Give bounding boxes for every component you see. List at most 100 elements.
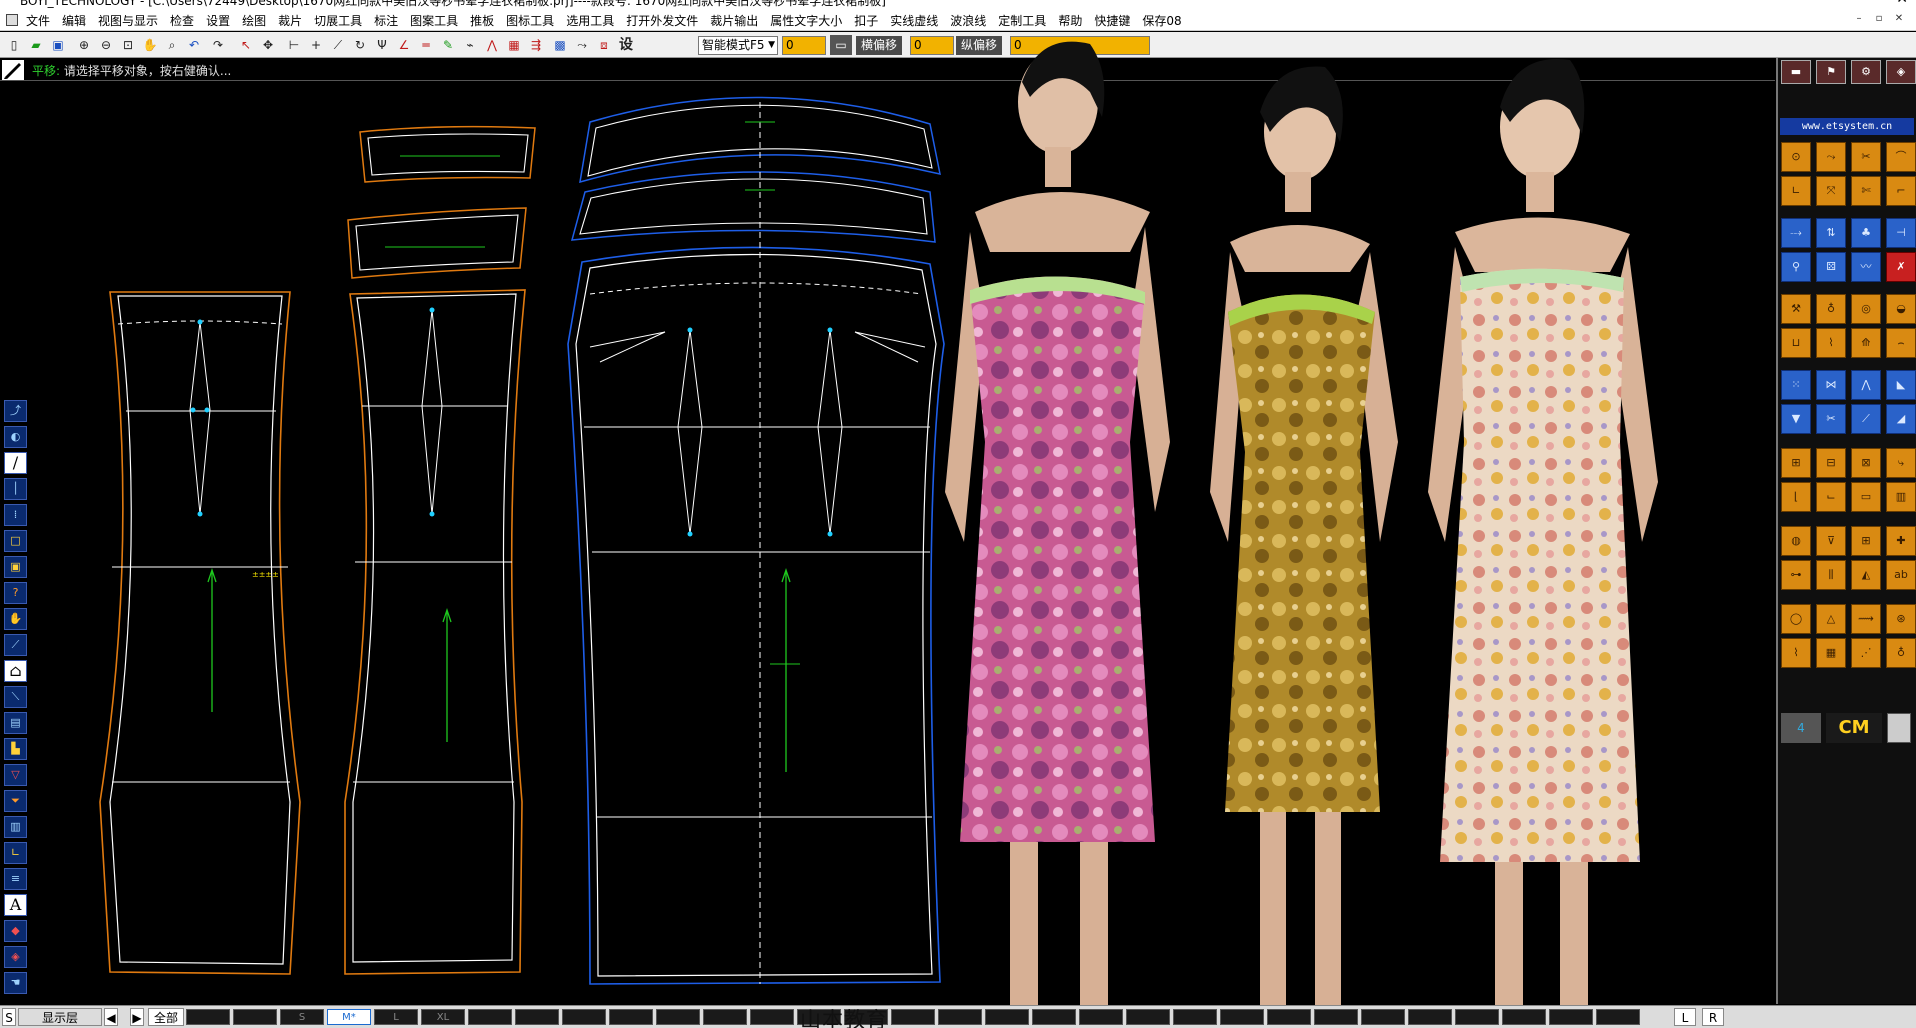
empty-size-slot[interactable] xyxy=(938,1009,982,1025)
text-tool-icon[interactable]: A xyxy=(4,894,27,916)
empty-size-slot[interactable] xyxy=(468,1009,512,1025)
page-icon[interactable]: ▭ xyxy=(1851,482,1881,512)
line-tool-icon[interactable]: / xyxy=(4,452,27,474)
app-system-icon[interactable] xyxy=(6,14,18,26)
line-measure-icon[interactable]: ⟿ xyxy=(1851,604,1881,634)
mirror-icon[interactable]: Ψ xyxy=(372,35,392,55)
iron-icon[interactable]: ◭ xyxy=(1851,560,1881,590)
abc-icon[interactable]: ab xyxy=(1886,560,1916,590)
redo-icon[interactable]: ↷ xyxy=(208,35,228,55)
color-tool-icon[interactable]: ◈ xyxy=(4,946,27,968)
align-tool-icon[interactable]: ▙ xyxy=(4,738,27,760)
menu-item[interactable]: 裁片 xyxy=(278,12,302,29)
columns-icon[interactable]: ▥ xyxy=(1886,482,1916,512)
waistband-piece-1[interactable] xyxy=(359,125,536,183)
menu-item[interactable]: 裁片输出 xyxy=(710,12,758,29)
drape-icon[interactable]: ⌢ xyxy=(1886,328,1916,358)
scissors-icon[interactable]: ✂ xyxy=(1851,142,1881,172)
bucket-icon[interactable]: ⊽ xyxy=(1816,526,1846,556)
empty-size-slot[interactable] xyxy=(1549,1009,1593,1025)
measure-ring-icon[interactable]: ◯ xyxy=(1781,604,1811,634)
corner-icon[interactable]: ◣ xyxy=(1886,370,1916,400)
cup-icon[interactable]: ⊔ xyxy=(1781,328,1811,358)
empty-size-slot[interactable] xyxy=(515,1009,559,1025)
window-icon[interactable]: ⊞ xyxy=(1851,526,1881,556)
cross-icon[interactable]: + xyxy=(306,35,326,55)
settings-button[interactable]: 设 xyxy=(616,35,636,55)
dice-icon[interactable]: ⚄ xyxy=(1816,252,1846,282)
save-pattern-icon[interactable]: ▤ xyxy=(4,712,27,734)
parallel-tool-icon[interactable]: ≡ xyxy=(4,868,27,890)
menu-item[interactable]: 标注 xyxy=(374,12,398,29)
drop-icon[interactable]: ▼ xyxy=(1781,404,1811,434)
mountain-icon[interactable]: ⋀ xyxy=(1851,370,1881,400)
pattern-piece-2[interactable] xyxy=(344,289,526,975)
empty-size-slot[interactable] xyxy=(1079,1009,1123,1025)
empty-size-slot[interactable] xyxy=(1220,1009,1264,1025)
lock-icon[interactable]: ▭ xyxy=(830,35,852,55)
bulb-icon[interactable]: ♁ xyxy=(1816,294,1846,324)
left-button[interactable]: L xyxy=(1674,1008,1696,1026)
menu-item[interactable]: 编辑 xyxy=(62,12,86,29)
zoom-in-icon[interactable]: ⊕ xyxy=(74,35,94,55)
size-tab[interactable]: M* xyxy=(327,1009,371,1025)
select-arrow-icon[interactable]: ↖ xyxy=(236,35,256,55)
empty-size-slot[interactable] xyxy=(186,1009,230,1025)
gear-icon[interactable]: ⚙ xyxy=(1851,60,1881,84)
empty-size-slot[interactable] xyxy=(1596,1009,1640,1025)
empty-size-slot[interactable] xyxy=(562,1009,606,1025)
right-button[interactable]: R xyxy=(1702,1008,1724,1026)
leaf-icon[interactable]: ♣ xyxy=(1851,218,1881,248)
curve-arrow-icon[interactable]: ⤷ xyxy=(1886,448,1916,478)
badge-icon[interactable]: ◍ xyxy=(1781,526,1811,556)
node-icon[interactable]: ⋰ xyxy=(1851,638,1881,668)
pattern-piece-1[interactable]: ±±±± xyxy=(99,291,301,975)
grab-tool-icon[interactable]: ☚ xyxy=(4,972,27,994)
calculator-icon[interactable] xyxy=(1887,713,1911,743)
save-icon[interactable]: ▣ xyxy=(48,35,68,55)
empty-size-slot[interactable] xyxy=(703,1009,747,1025)
parallel-lines-icon[interactable]: ═ xyxy=(416,35,436,55)
triangle-tool-icon[interactable]: ▽ xyxy=(4,764,27,786)
empty-size-slot[interactable] xyxy=(750,1009,794,1025)
bed-icon[interactable]: ⊶ xyxy=(1781,560,1811,590)
empty-size-slot[interactable] xyxy=(1361,1009,1405,1025)
empty-size-slot[interactable] xyxy=(985,1009,1029,1025)
s-button[interactable]: S xyxy=(2,1008,16,1026)
vertical-arrows-icon[interactable]: ⇅ xyxy=(1816,218,1846,248)
tag-icon[interactable]: ⊞ xyxy=(1781,448,1811,478)
curve-tool-icon[interactable]: ⤳ xyxy=(572,35,592,55)
brush-icon[interactable]: ⚲ xyxy=(1781,252,1811,282)
move-icon[interactable]: ✥ xyxy=(258,35,278,55)
fold-icon[interactable]: ⟰ xyxy=(1851,328,1881,358)
vertical-line-icon[interactable]: │ xyxy=(4,478,27,500)
zoom-fit-icon[interactable]: ⌕ xyxy=(162,35,182,55)
menu-item[interactable]: 检查 xyxy=(170,12,194,29)
empty-size-slot[interactable] xyxy=(891,1009,935,1025)
pin-icon[interactable]: ⤏ xyxy=(1781,218,1811,248)
card-icon[interactable]: ▬ xyxy=(1781,60,1811,84)
mode-select[interactable]: 智能模式F5 ▼ xyxy=(698,36,778,55)
pleat-icon[interactable]: ⋈ xyxy=(1816,370,1846,400)
empty-size-slot[interactable] xyxy=(1502,1009,1546,1025)
ruler-grid-icon[interactable]: ⊠ xyxy=(1851,448,1881,478)
value-field[interactable]: 0 xyxy=(782,36,826,55)
angle-tool-icon[interactable]: ∟ xyxy=(4,842,27,864)
layer-display-button[interactable]: 显示层 xyxy=(18,1008,102,1026)
filter-tool-icon[interactable]: ⏷ xyxy=(4,790,27,812)
measure-icon[interactable]: ⌁ xyxy=(460,35,480,55)
triangle-ruler-icon[interactable]: ◢ xyxy=(1886,404,1916,434)
empty-size-slot[interactable] xyxy=(1314,1009,1358,1025)
rotate-icon[interactable]: ↻ xyxy=(350,35,370,55)
empty-size-slot[interactable] xyxy=(1032,1009,1076,1025)
angle-icon[interactable]: ∠ xyxy=(394,35,414,55)
arc-tool-icon[interactable]: ◐ xyxy=(4,426,27,448)
grid-icon[interactable]: ▩ xyxy=(550,35,570,55)
restore-icon[interactable]: ▫ xyxy=(1872,12,1886,26)
tape-measure-icon[interactable]: ⊙ xyxy=(1781,142,1811,172)
h-line-icon[interactable]: ⊣ xyxy=(1886,218,1916,248)
help-tool-icon[interactable]: ? xyxy=(4,582,27,604)
plus-box-icon[interactable]: ✚ xyxy=(1886,526,1916,556)
sleeve-icon[interactable]: ⌇ xyxy=(1816,328,1846,358)
pattern-piece-back[interactable] xyxy=(567,96,945,985)
